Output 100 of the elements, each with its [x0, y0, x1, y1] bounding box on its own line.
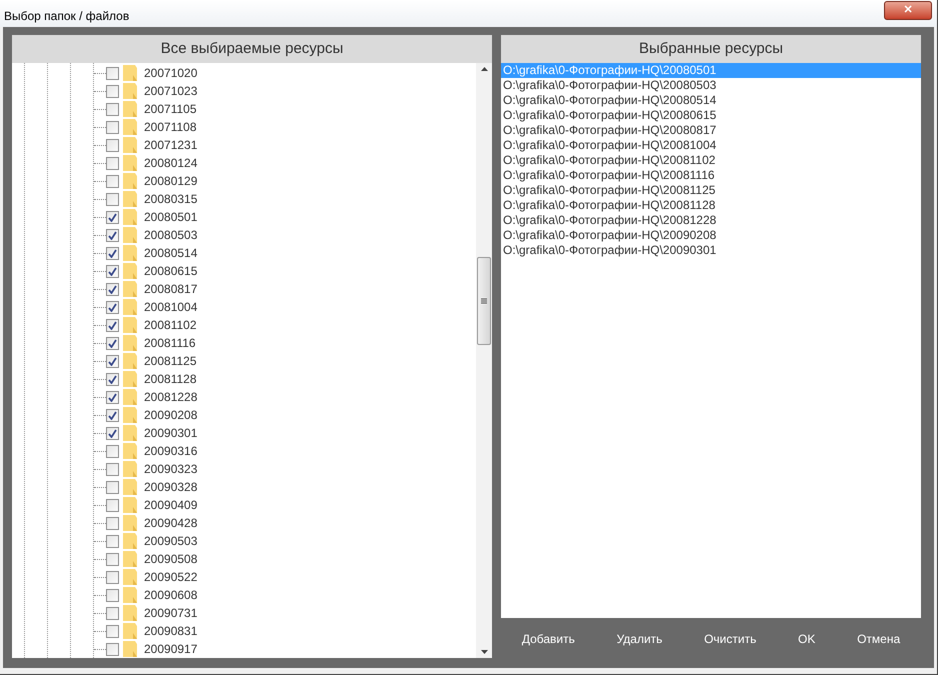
folder-icon	[123, 551, 137, 567]
window-title: Выбор папок / файлов	[4, 8, 130, 25]
folder-icon	[123, 245, 137, 261]
tree-item-label[interactable]: 20090522	[144, 568, 198, 586]
list-item[interactable]: O:\grafika\0-Фотографии-HQ\20081102	[501, 153, 921, 168]
checkbox[interactable]	[106, 264, 119, 278]
tree-item-label[interactable]: 20080514	[144, 244, 198, 262]
tree-item-label[interactable]: 20071020	[144, 64, 198, 82]
tree-item-label[interactable]: 20080315	[144, 190, 198, 208]
list-item[interactable]: O:\grafika\0-Фотографии-HQ\20080503	[501, 78, 921, 93]
checkbox[interactable]	[106, 174, 119, 188]
tree-item-label[interactable]: 20080503	[144, 226, 198, 244]
checkbox[interactable]	[106, 624, 119, 638]
checkbox[interactable]	[106, 444, 119, 458]
folder-icon	[123, 533, 137, 549]
scroll-up-icon[interactable]	[480, 67, 488, 71]
folder-icon	[123, 299, 137, 315]
checkbox[interactable]	[106, 426, 119, 440]
checkbox[interactable]	[106, 390, 119, 404]
tree-item-label[interactable]: 20080124	[144, 154, 198, 172]
checkbox[interactable]	[106, 552, 119, 566]
folder-icon	[123, 227, 137, 243]
checkbox[interactable]	[106, 192, 119, 206]
tree-item-label[interactable]: 20071023	[144, 82, 198, 100]
folder-icon	[123, 209, 137, 225]
list-item[interactable]: O:\grafika\0-Фотографии-HQ\20080817	[501, 123, 921, 138]
scrollbar[interactable]	[476, 63, 492, 658]
dialog-button[interactable]: Удалить	[612, 630, 666, 648]
tree-item-label[interactable]: 20080817	[144, 280, 198, 298]
checkbox[interactable]	[106, 516, 119, 530]
tree-item-label[interactable]: 20080129	[144, 172, 198, 190]
tree-item-label[interactable]: 20090831	[144, 622, 198, 640]
tree-item-label[interactable]: 20071105	[144, 100, 196, 118]
scroll-down-icon[interactable]	[480, 650, 488, 654]
checkbox[interactable]	[106, 156, 119, 170]
tree-item-label[interactable]: 20081004	[144, 298, 198, 316]
tree-item-label[interactable]: 20090428	[144, 514, 198, 532]
checkbox[interactable]	[106, 210, 119, 224]
folder-icon	[123, 587, 137, 603]
checkbox[interactable]	[106, 318, 119, 332]
folder-icon	[123, 461, 137, 477]
tree-item-label[interactable]: 20090508	[144, 550, 198, 568]
tree-item-label[interactable]: 20090316	[144, 442, 198, 460]
panel-header: Все выбираемые ресурсы	[12, 35, 492, 63]
folder-icon	[123, 569, 137, 585]
checkbox[interactable]	[106, 354, 119, 368]
checkbox[interactable]	[106, 372, 119, 386]
tree-item-label[interactable]: 20071231	[144, 136, 198, 154]
tree-item-label[interactable]: 20081102	[144, 316, 196, 334]
list-item[interactable]: O:\grafika\0-Фотографии-HQ\20081228	[501, 213, 921, 228]
dialog-button[interactable]: OK	[794, 630, 820, 648]
dialog-button[interactable]: Добавить	[518, 630, 579, 648]
checkbox[interactable]	[106, 66, 119, 80]
folder-icon	[123, 191, 137, 207]
tree-item-label[interactable]: 20090208	[144, 406, 198, 424]
list-item[interactable]: O:\grafika\0-Фотографии-HQ\20090301	[501, 243, 921, 258]
list-item[interactable]: O:\grafika\0-Фотографии-HQ\20080514	[501, 93, 921, 108]
tree-item-label[interactable]: 20080501	[144, 208, 198, 226]
tree-item-label[interactable]: 20081128	[144, 370, 196, 388]
list-item[interactable]: O:\grafika\0-Фотографии-HQ\20081004	[501, 138, 921, 153]
checkbox[interactable]	[106, 228, 119, 242]
checkbox[interactable]	[106, 642, 119, 656]
tree-item-label[interactable]: 20081125	[144, 352, 196, 370]
checkbox[interactable]	[106, 300, 119, 314]
checkbox[interactable]	[106, 138, 119, 152]
checkbox[interactable]	[106, 534, 119, 548]
tree-item-label[interactable]: 20071108	[144, 118, 196, 136]
list-item[interactable]: O:\grafika\0-Фотографии-HQ\20081125	[501, 183, 921, 198]
dialog-button[interactable]: Отмена	[853, 630, 904, 648]
folder-icon	[123, 479, 137, 495]
checkbox[interactable]	[106, 588, 119, 602]
tree-item-label[interactable]: 20081228	[144, 388, 198, 406]
checkbox[interactable]	[106, 336, 119, 350]
tree-item-label[interactable]: 20090503	[144, 532, 198, 550]
checkbox[interactable]	[106, 408, 119, 422]
tree-item-label[interactable]: 20090608	[144, 586, 198, 604]
tree-item-label[interactable]: 20090731	[144, 604, 198, 622]
tree-item-label[interactable]: 20090917	[144, 640, 198, 658]
checkbox[interactable]	[106, 84, 119, 98]
checkbox[interactable]	[106, 570, 119, 584]
checkbox[interactable]	[106, 282, 119, 296]
list-item[interactable]: O:\grafika\0-Фотографии-HQ\20090208	[501, 228, 921, 243]
tree-item-label[interactable]: 20090328	[144, 478, 198, 496]
checkbox[interactable]	[106, 462, 119, 476]
checkbox[interactable]	[106, 606, 119, 620]
tree-item-label[interactable]: 20090301	[144, 424, 198, 442]
dialog-button[interactable]: Очистить	[700, 630, 760, 648]
checkbox[interactable]	[106, 498, 119, 512]
list-item[interactable]: O:\grafika\0-Фотографии-HQ\20081116	[501, 168, 921, 183]
tree-item-label[interactable]: 20090409	[144, 496, 198, 514]
checkbox[interactable]	[106, 480, 119, 494]
tree-item-label[interactable]: 20081116	[144, 334, 196, 352]
checkbox[interactable]	[106, 102, 119, 116]
tree-item-label[interactable]: 20080615	[144, 262, 198, 280]
checkbox[interactable]	[106, 246, 119, 260]
list-item[interactable]: O:\grafika\0-Фотографии-HQ\20081128	[501, 198, 921, 213]
checkbox[interactable]	[106, 120, 119, 134]
list-item[interactable]: O:\grafika\0-Фотографии-HQ\20080615	[501, 108, 921, 123]
scroll-thumb[interactable]	[477, 256, 491, 344]
tree-item-label[interactable]: 20090323	[144, 460, 198, 478]
